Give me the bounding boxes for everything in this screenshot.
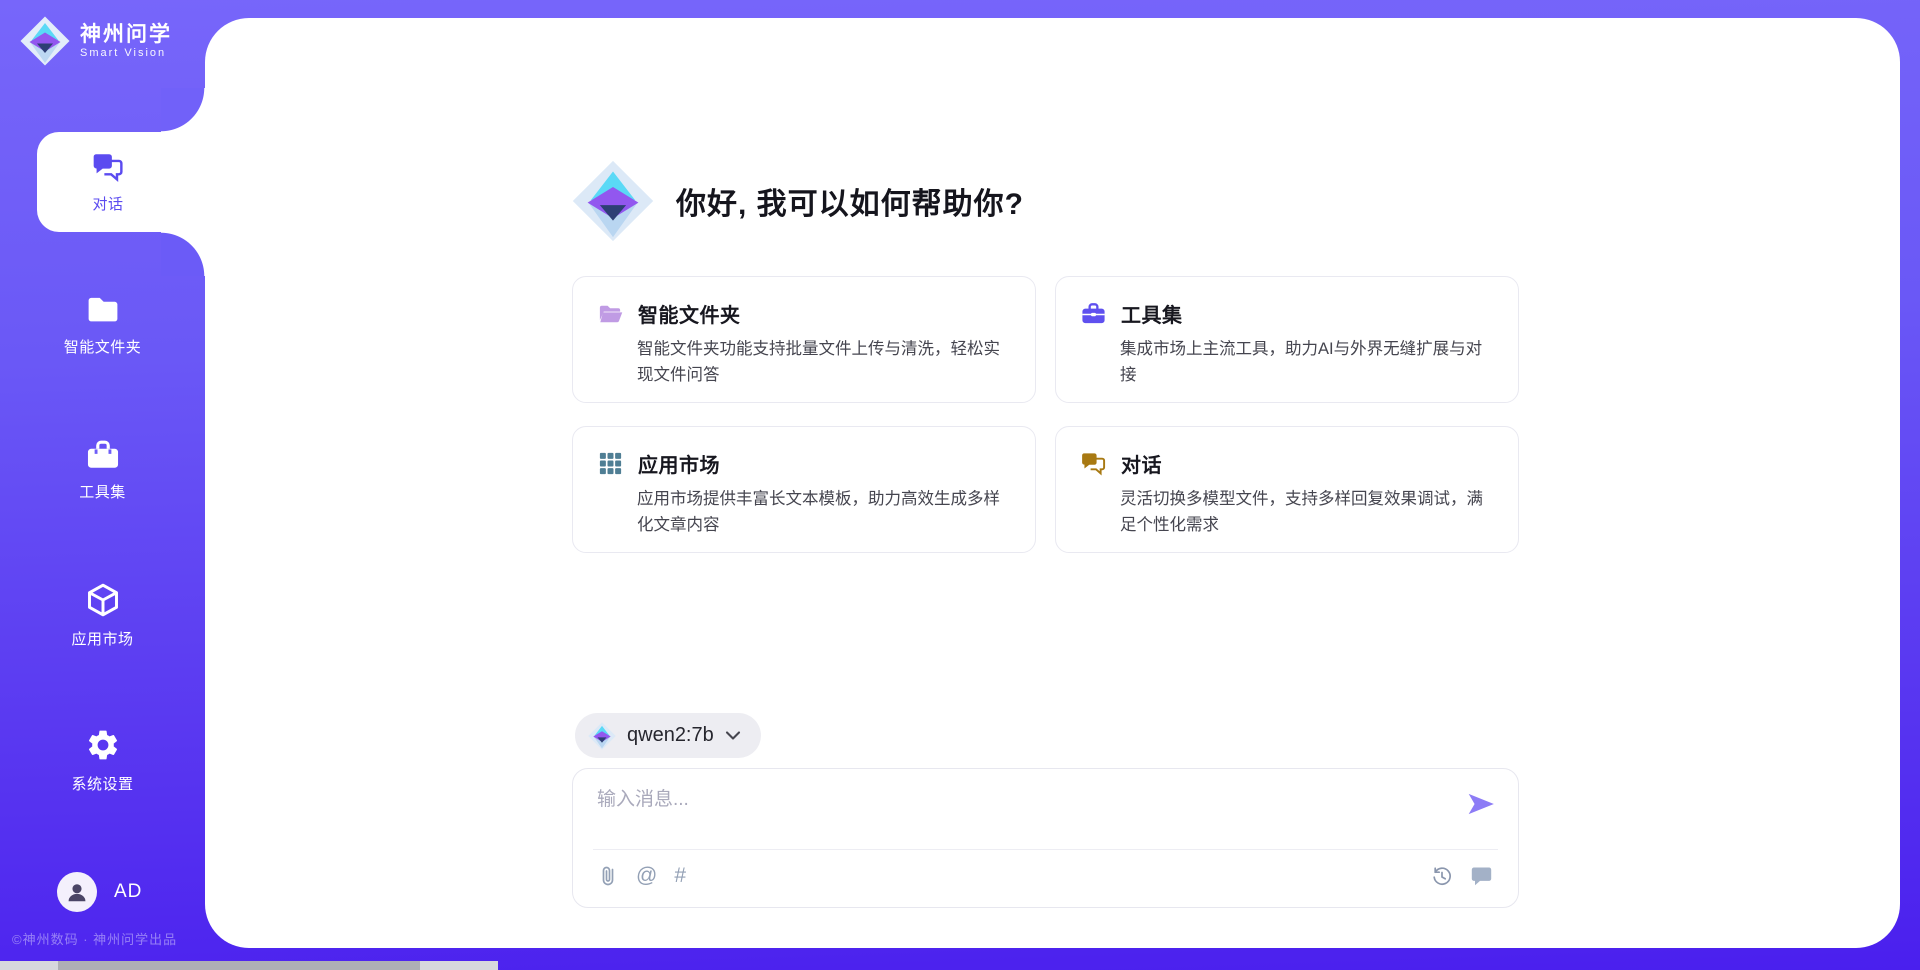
- sidebar-item-app-market[interactable]: 应用市场: [0, 582, 205, 649]
- toolbox-icon: [84, 437, 122, 471]
- card-toolset[interactable]: 工具集 集成市场上主流工具，助力AI与外界无缝扩展与对接: [1055, 276, 1519, 403]
- sidebar-item-settings[interactable]: 系统设置: [0, 727, 205, 794]
- avatar: [57, 872, 97, 912]
- user-account[interactable]: AD: [57, 872, 142, 912]
- tile-grid-icon: [597, 450, 624, 477]
- card-description: 灵活切换多模型文件，支持多样回复效果调试，满足个性化需求: [1120, 486, 1494, 538]
- brand-subtitle: Smart Vision: [80, 47, 172, 59]
- history-icon[interactable]: [1430, 864, 1454, 888]
- cube-icon: [84, 582, 122, 618]
- brand-name: 神州问学: [80, 23, 172, 47]
- model-name: qwen2:7b: [627, 724, 714, 747]
- horizontal-scrollbar[interactable]: [0, 961, 498, 970]
- toolbox-icon: [1080, 300, 1107, 327]
- card-description: 智能文件夹功能支持批量文件上传与清洗，轻松实现文件问答: [637, 336, 1011, 388]
- main-panel: 你好, 我可以如何帮助你? 智能文件夹 智能文件夹功能支持批量文件上传与清洗，轻…: [205, 18, 1900, 948]
- card-smart-folder[interactable]: 智能文件夹 智能文件夹功能支持批量文件上传与清洗，轻松实现文件问答: [572, 276, 1036, 403]
- user-name: AD: [114, 881, 142, 903]
- app-screen: 你好, 我可以如何帮助你? 智能文件夹 智能文件夹功能支持批量文件上传与清洗，轻…: [0, 0, 1920, 970]
- chat-bubbles-icon: [1080, 450, 1107, 477]
- mention-icon[interactable]: @: [636, 864, 657, 888]
- person-icon: [64, 879, 90, 905]
- card-title: 应用市场: [638, 449, 720, 478]
- folder-icon: [84, 292, 122, 326]
- sidebar-item-label: 对话: [92, 193, 123, 214]
- copyright-text: ©神州数码 · 神州问学出品: [12, 929, 177, 948]
- message-input[interactable]: [597, 784, 1437, 840]
- tab-fillet-bottom: [161, 232, 205, 276]
- chat-bubbles-icon: [90, 150, 126, 184]
- brand-block: 神州问学 Smart Vision: [20, 16, 172, 66]
- hashtag-icon[interactable]: #: [674, 864, 686, 888]
- sidebar-logo-icon: [20, 16, 70, 66]
- chat-bubble-icon[interactable]: [1469, 864, 1494, 888]
- brand-gem-icon: [572, 160, 654, 242]
- gear-icon: [84, 727, 122, 763]
- attach-file-icon[interactable]: [597, 864, 619, 888]
- sidebar-item-label: 智能文件夹: [64, 336, 142, 357]
- send-button[interactable]: [1466, 789, 1496, 819]
- card-title: 对话: [1121, 449, 1162, 478]
- card-title: 工具集: [1121, 299, 1183, 328]
- sidebar-item-toolset[interactable]: 工具集: [0, 437, 205, 502]
- card-description: 集成市场上主流工具，助力AI与外界无缝扩展与对接: [1120, 336, 1494, 388]
- model-selector[interactable]: qwen2:7b: [575, 713, 761, 758]
- sidebar-item-label: 应用市场: [71, 628, 133, 649]
- model-gem-icon: [588, 722, 616, 750]
- card-title: 智能文件夹: [638, 299, 741, 328]
- sidebar-item-label: 系统设置: [71, 773, 133, 794]
- message-composer: @ #: [572, 768, 1519, 908]
- open-folder-icon: [597, 300, 624, 327]
- sidebar-item-smart-folder[interactable]: 智能文件夹: [0, 292, 205, 357]
- greeting-title: 你好, 我可以如何帮助你?: [676, 179, 1024, 223]
- tab-fillet-top: [161, 88, 205, 132]
- feature-cards: 智能文件夹 智能文件夹功能支持批量文件上传与清洗，轻松实现文件问答 工具集 集成…: [572, 276, 1519, 553]
- card-app-market[interactable]: 应用市场 应用市场提供丰富长文本模板，助力高效生成多样化文章内容: [572, 426, 1036, 553]
- sidebar-item-label: 工具集: [79, 481, 126, 502]
- scrollbar-thumb[interactable]: [58, 961, 420, 970]
- card-description: 应用市场提供丰富长文本模板，助力高效生成多样化文章内容: [637, 486, 1011, 538]
- send-icon: [1466, 789, 1496, 819]
- sidebar-item-chat[interactable]: 对话: [37, 132, 207, 232]
- composer-divider: [593, 849, 1498, 850]
- chevron-down-icon: [725, 730, 741, 742]
- greeting-block: 你好, 我可以如何帮助你?: [572, 160, 1024, 242]
- card-chat[interactable]: 对话 灵活切换多模型文件，支持多样回复效果调试，满足个性化需求: [1055, 426, 1519, 553]
